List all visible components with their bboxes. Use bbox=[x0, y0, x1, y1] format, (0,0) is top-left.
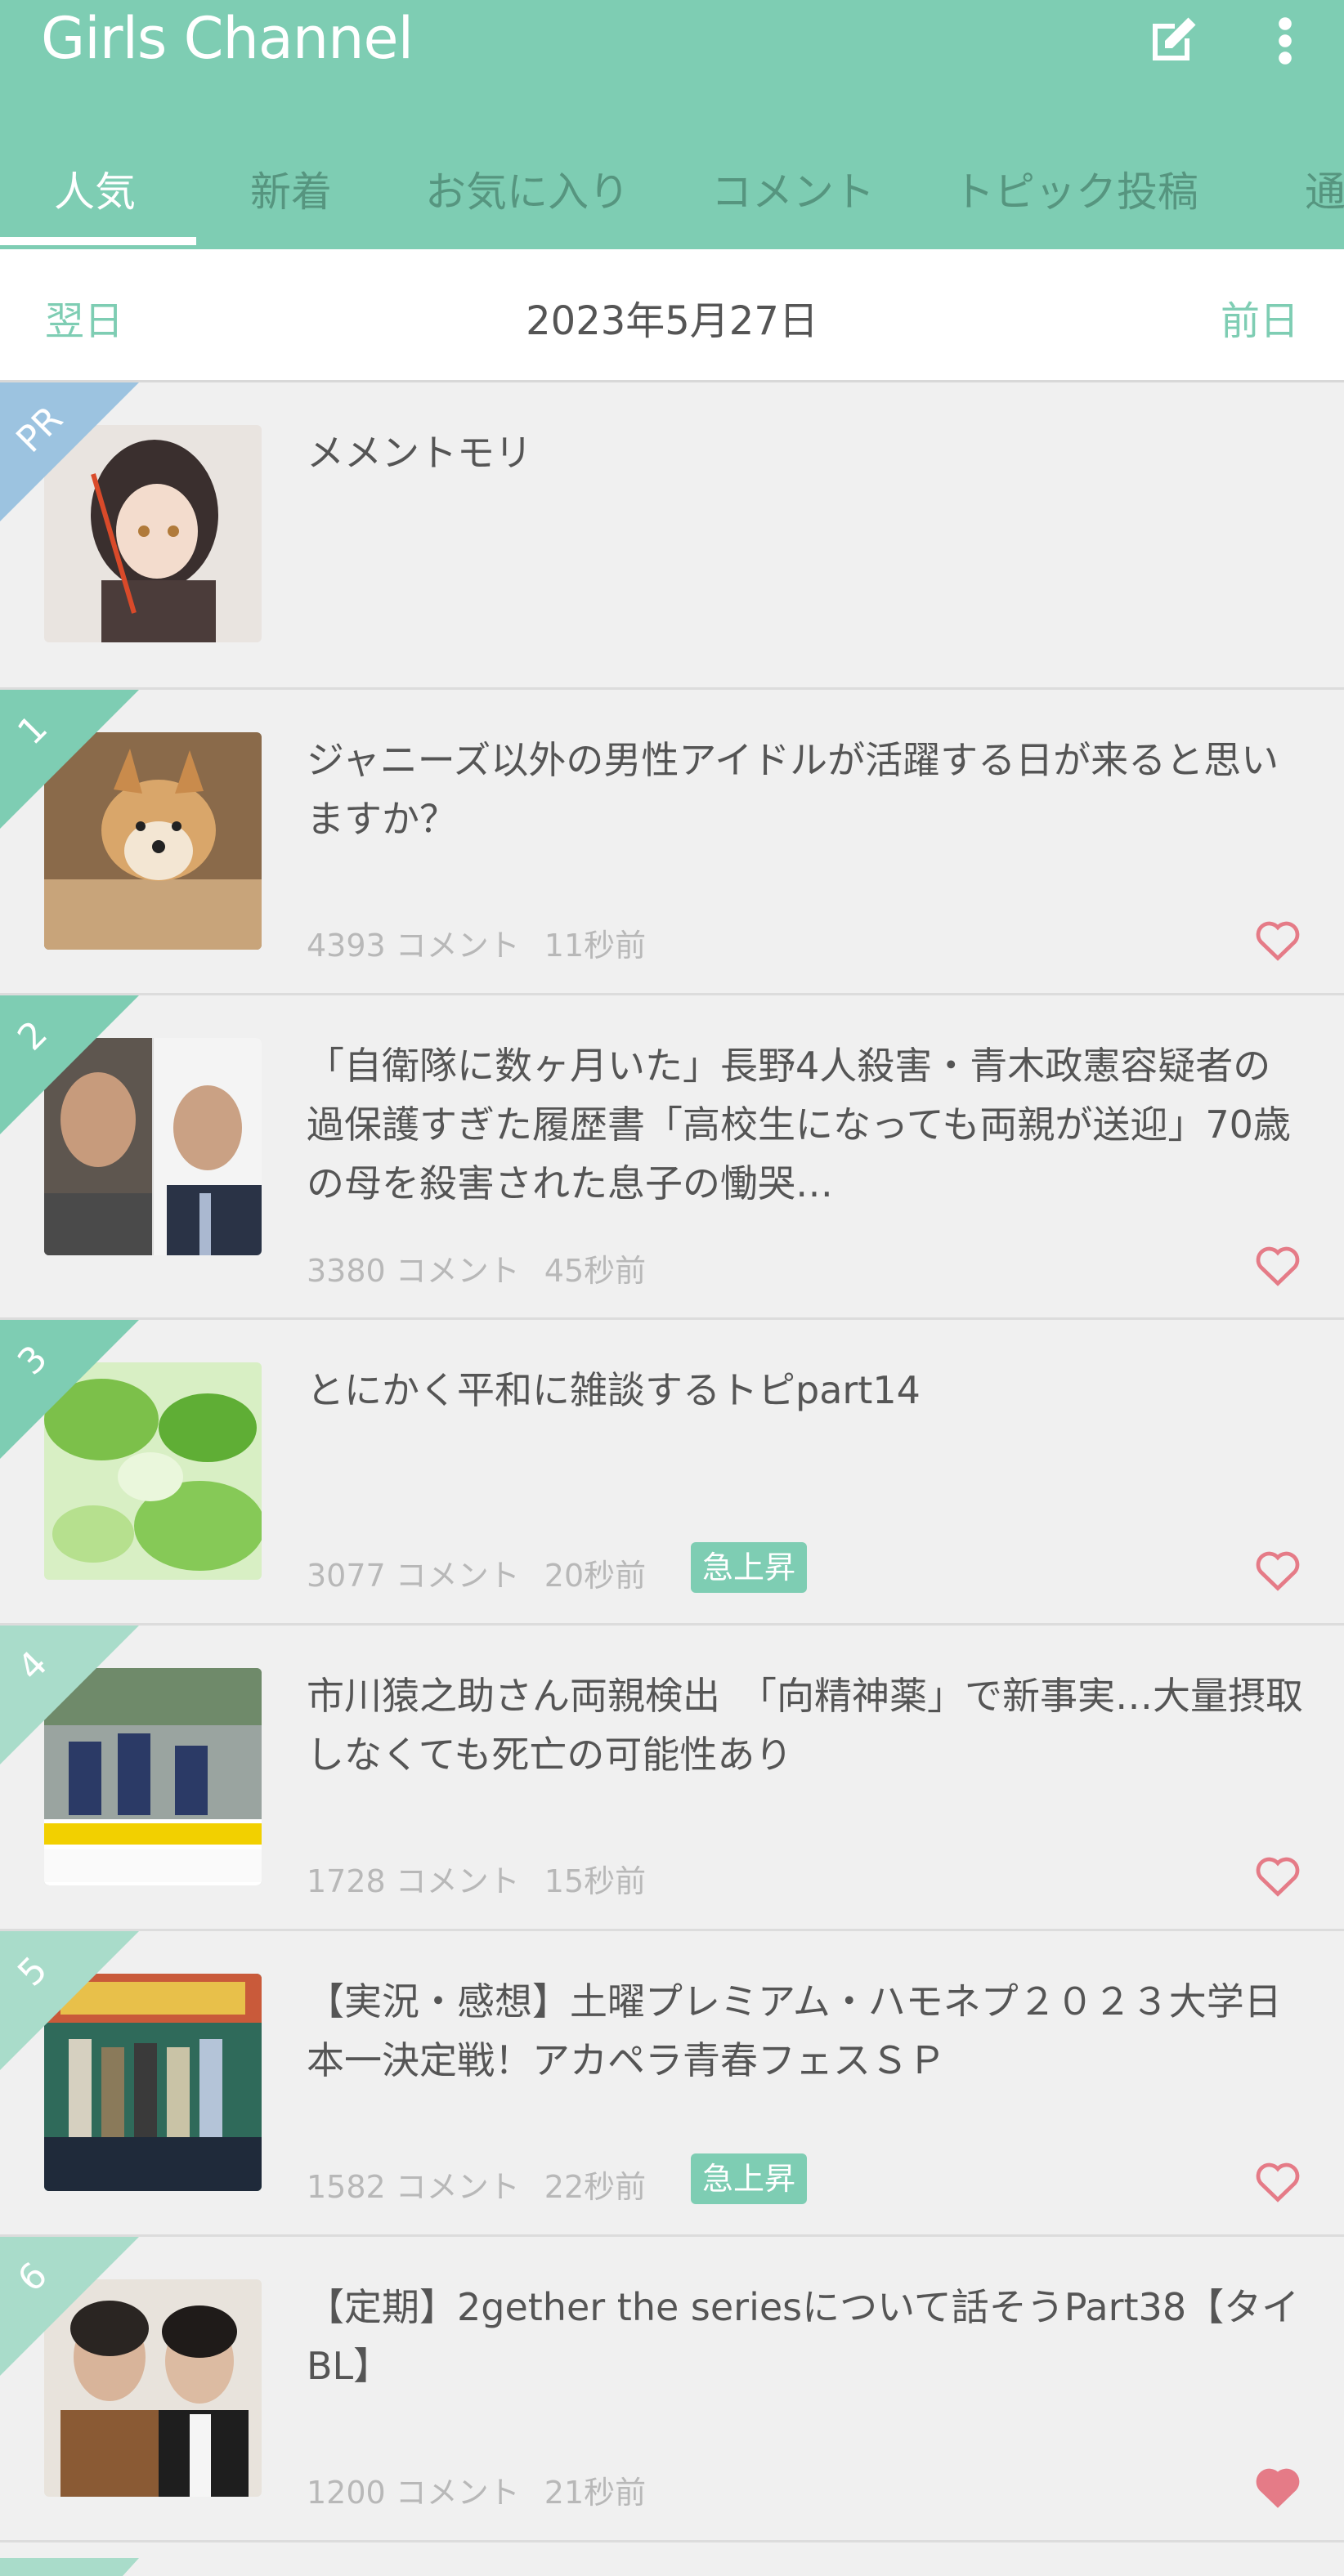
tab-popular[interactable]: 人気 bbox=[54, 159, 136, 218]
comment-count: 4393 コメント bbox=[307, 928, 520, 964]
date-navigation: 翌日 2023年5月27日 前日 bbox=[0, 249, 1344, 382]
tab-comments[interactable]: コメント bbox=[711, 159, 875, 218]
timestamp: 21秒前 bbox=[544, 2475, 647, 2511]
heart-outline-icon[interactable] bbox=[1254, 2160, 1301, 2203]
tab-post-topic[interactable]: トピック投稿 bbox=[953, 159, 1198, 218]
list-item[interactable]: 1 ジャニーズ以外の男性アイドルが活躍する日が来ると思いますか？ 4393 コメ… bbox=[0, 690, 1344, 995]
timestamp: 22秒前 bbox=[544, 2169, 647, 2205]
heart-filled-icon[interactable] bbox=[1254, 2466, 1301, 2508]
comment-count: 3077 コメント bbox=[307, 1558, 520, 1594]
topic-thumbnail bbox=[44, 425, 262, 642]
tab-more[interactable]: 通 bbox=[1305, 159, 1344, 218]
edit-icon[interactable] bbox=[1143, 11, 1202, 70]
topic-meta: 4393 コメント 11秒前 bbox=[307, 920, 646, 965]
topic-thumbnail bbox=[44, 1974, 262, 2191]
current-date: 2023年5月27日 bbox=[526, 298, 818, 344]
comment-count: 1582 コメント bbox=[307, 2169, 520, 2205]
topic-thumbnail bbox=[44, 732, 262, 950]
list-item[interactable]: 5 【実況・感想】土曜プレミアム・ハモネプ２０２３大学日本一決定戦！アカペラ青春… bbox=[0, 1931, 1344, 2237]
tab-new[interactable]: 新着 bbox=[250, 159, 332, 218]
list-item[interactable]: 6 【定期】2gether the seriesについて話そうPart38【タイ… bbox=[0, 2237, 1344, 2542]
heart-outline-icon[interactable] bbox=[1254, 1854, 1301, 1897]
topic-title[interactable]: とにかく平和に雑談するトピpart14 bbox=[307, 1361, 1304, 1420]
topic-list: PR メメントモリ 1 ジャニーズ以外の男性アイドルが活躍する日が来ると思います… bbox=[0, 382, 1344, 2542]
topic-thumbnail bbox=[44, 1362, 262, 1580]
timestamp: 20秒前 bbox=[544, 1558, 647, 1594]
comment-count: 1728 コメント bbox=[307, 1863, 520, 1899]
trending-badge: 急上昇 bbox=[691, 1542, 808, 1593]
comment-count: 1200 コメント bbox=[307, 2475, 520, 2511]
topic-meta: 1582 コメント 22秒前 bbox=[307, 2162, 646, 2207]
topic-title[interactable]: 【実況・感想】土曜プレミアム・ハモネプ２０２３大学日本一決定戦！アカペラ青春フェ… bbox=[307, 1972, 1304, 2090]
more-vert-icon[interactable] bbox=[1266, 11, 1305, 70]
list-item[interactable]: 4 市川猿之助さん両親検出 「向精神薬」で新事実…大量摂取しなくても死亡の可能性… bbox=[0, 1626, 1344, 1931]
topic-thumbnail bbox=[44, 1668, 262, 1885]
topic-meta: 1200 コメント 21秒前 bbox=[307, 2467, 646, 2512]
topic-title[interactable]: 「自衛隊に数ヶ月いた」長野4人殺害・青木政憲容疑者の過保護すぎた履歴書「高校生に… bbox=[307, 1036, 1304, 1213]
comment-count: 3380 コメント bbox=[307, 1253, 520, 1289]
list-item-pr[interactable]: PR メメントモリ bbox=[0, 382, 1344, 690]
heart-outline-icon[interactable] bbox=[1254, 919, 1301, 961]
topic-title[interactable]: 市川猿之助さん両親検出 「向精神薬」で新事実…大量摂取しなくても死亡の可能性あり bbox=[307, 1666, 1304, 1784]
topic-title[interactable]: ジャニーズ以外の男性アイドルが活躍する日が来ると思いますか？ bbox=[307, 731, 1304, 848]
app-header: Girls Channel 人気 新着 お気に入り コメント トピック投稿 通 bbox=[0, 0, 1344, 249]
tab-bar: 人気 新着 お気に入り コメント トピック投稿 通 bbox=[0, 143, 1344, 249]
rank-ribbon-partial bbox=[0, 2558, 139, 2576]
app-logo[interactable]: Girls Channel bbox=[41, 5, 414, 72]
active-tab-indicator bbox=[0, 237, 196, 245]
timestamp: 15秒前 bbox=[544, 1863, 647, 1899]
topic-thumbnail bbox=[44, 2279, 262, 2497]
list-item[interactable]: 2 「自衛隊に数ヶ月いた」長野4人殺害・青木政憲容疑者の過保護すぎた履歴書「高校… bbox=[0, 995, 1344, 1320]
tab-favorites[interactable]: お気に入り bbox=[425, 159, 629, 218]
topic-title[interactable]: 【定期】2gether the seriesについて話そうPart38【タイBL… bbox=[307, 2278, 1304, 2395]
heart-outline-icon[interactable] bbox=[1254, 1549, 1301, 1591]
topic-meta: 3077 コメント 20秒前 bbox=[307, 1550, 646, 1595]
topic-meta: 3380 コメント 45秒前 bbox=[307, 1246, 646, 1290]
topic-thumbnail bbox=[44, 1038, 262, 1255]
timestamp: 45秒前 bbox=[544, 1253, 647, 1289]
timestamp: 11秒前 bbox=[544, 928, 647, 964]
topic-meta: 1728 コメント 15秒前 bbox=[307, 1856, 646, 1901]
topic-title[interactable]: メメントモリ bbox=[307, 423, 1304, 482]
previous-day-button[interactable]: 前日 bbox=[1221, 288, 1299, 346]
trending-badge: 急上昇 bbox=[691, 2153, 808, 2204]
heart-outline-icon[interactable] bbox=[1254, 1244, 1301, 1286]
list-item[interactable]: 3 とにかく平和に雑談するトピpart14 3077 コメント 20秒前 急上昇 bbox=[0, 1320, 1344, 1626]
